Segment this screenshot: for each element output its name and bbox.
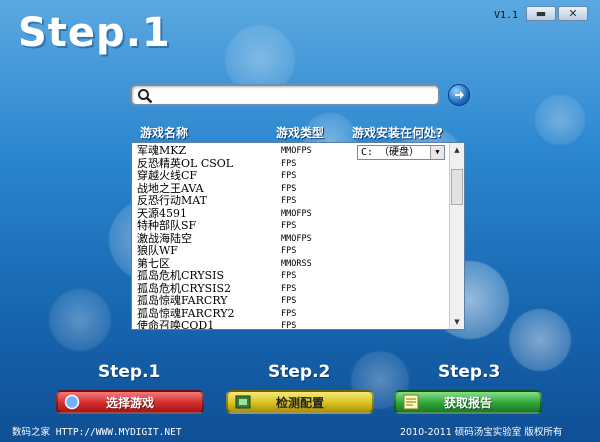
arrow-right-icon [455, 91, 464, 99]
close-icon: ✕ [568, 7, 578, 20]
game-name: 孤岛危机CRYSIS [137, 269, 225, 282]
game-type: FPS [281, 171, 297, 181]
game-name: 军魂MKZ [137, 144, 187, 157]
column-header-name: 游戏名称 [140, 126, 189, 140]
minimize-icon: ▬ [535, 7, 547, 20]
game-type: FPS [281, 308, 297, 319]
game-name: 狼队WF [137, 244, 178, 257]
dropdown-arrow-icon[interactable]: ▼ [430, 146, 444, 159]
choose-game-label: 选择游戏 [105, 395, 154, 410]
minimize-button[interactable]: ▬ [526, 6, 556, 21]
scroll-thumb[interactable] [451, 169, 463, 205]
close-button[interactable]: ✕ [558, 6, 588, 21]
column-header-location: 游戏安装在何处? [352, 126, 443, 140]
game-list[interactable]: 军魂MKZ MMOFPS 反恐精英OL CSOL FPS 穿越火线CF FPS 战地之… [131, 142, 465, 330]
report-icon [403, 394, 419, 410]
search-input[interactable] [130, 84, 440, 106]
list-item[interactable]: 反恐行动MAT FPS [132, 194, 450, 208]
step2-label: Step.2 [268, 362, 331, 382]
column-header-type: 游戏类型 [276, 126, 325, 140]
scroll-down-arrow-icon[interactable]: ▼ [450, 315, 464, 329]
detect-config-label: 检测配置 [275, 395, 324, 410]
search-go-button[interactable] [448, 84, 470, 106]
list-item[interactable]: 狼队WF FPS [132, 244, 450, 258]
page-title: Step.1 [18, 10, 171, 56]
choose-game-button[interactable]: 选择游戏 [56, 390, 204, 414]
game-type: FPS [281, 221, 297, 231]
search-icon [138, 89, 153, 104]
game-type: MMOFPS [281, 233, 312, 244]
game-type: MMOFPS [281, 208, 312, 219]
list-scrollbar[interactable]: ▲ ▼ [449, 143, 464, 329]
list-item[interactable]: 孤岛危机CRYSIS FPS [132, 269, 450, 283]
magnifier-icon [64, 394, 80, 410]
game-rows: 军魂MKZ MMOFPS 反恐精英OL CSOL FPS 穿越火线CF FPS 战地之… [132, 144, 450, 330]
version-label: V1.1 [494, 10, 519, 21]
list-item[interactable]: 使命召唤COD1 FPS [132, 319, 450, 330]
list-item[interactable]: 穿越火线CF FPS [132, 169, 450, 183]
game-name: 使命召唤COD1 [137, 319, 215, 330]
game-name: 穿越火线CF [137, 169, 198, 182]
game-type: MMORSS [281, 258, 312, 269]
install-location-value: C: （硬盘） [361, 147, 420, 158]
detect-config-button[interactable]: 检测配置 [226, 390, 374, 414]
install-location-select[interactable]: C: （硬盘） ▼ [357, 145, 445, 160]
game-name: 特种部队SF [137, 219, 197, 232]
list-item[interactable]: 激战海陆空 MMOFPS [132, 232, 450, 246]
game-name: 孤岛惊魂FARCRY [137, 294, 228, 307]
step3-label: Step.3 [438, 362, 501, 382]
get-report-label: 获取报告 [443, 395, 492, 410]
game-type: FPS [281, 246, 297, 256]
game-type: FPS [281, 271, 297, 281]
game-type: FPS [281, 283, 297, 294]
game-type: FPS [281, 196, 297, 206]
game-type: FPS [281, 183, 297, 194]
list-item[interactable]: 特种部队SF FPS [132, 219, 450, 233]
game-name: 反恐行动MAT [137, 194, 207, 207]
step1-label: Step.1 [98, 362, 161, 382]
footer-copyright: 2010-2011 硕码汤宝实验室 版权所有 [400, 427, 563, 438]
scroll-up-arrow-icon[interactable]: ▲ [450, 143, 464, 157]
game-type: FPS [281, 321, 297, 330]
game-type: FPS [281, 296, 297, 306]
list-item[interactable]: 孤岛惊魂FARCRY FPS [132, 294, 450, 308]
game-type: MMOFPS [281, 146, 312, 156]
get-report-button[interactable]: 获取报告 [394, 390, 542, 414]
footer-site: 数码之家 HTTP://WWW.MYDIGIT.NET [12, 427, 182, 438]
hardware-icon [235, 395, 251, 409]
game-type: FPS [281, 158, 297, 169]
app-window: Step.1 V1.1 ▬ ✕ 游戏名称 游戏类型 游戏安装在何处? 军魂MKZ… [0, 0, 600, 442]
